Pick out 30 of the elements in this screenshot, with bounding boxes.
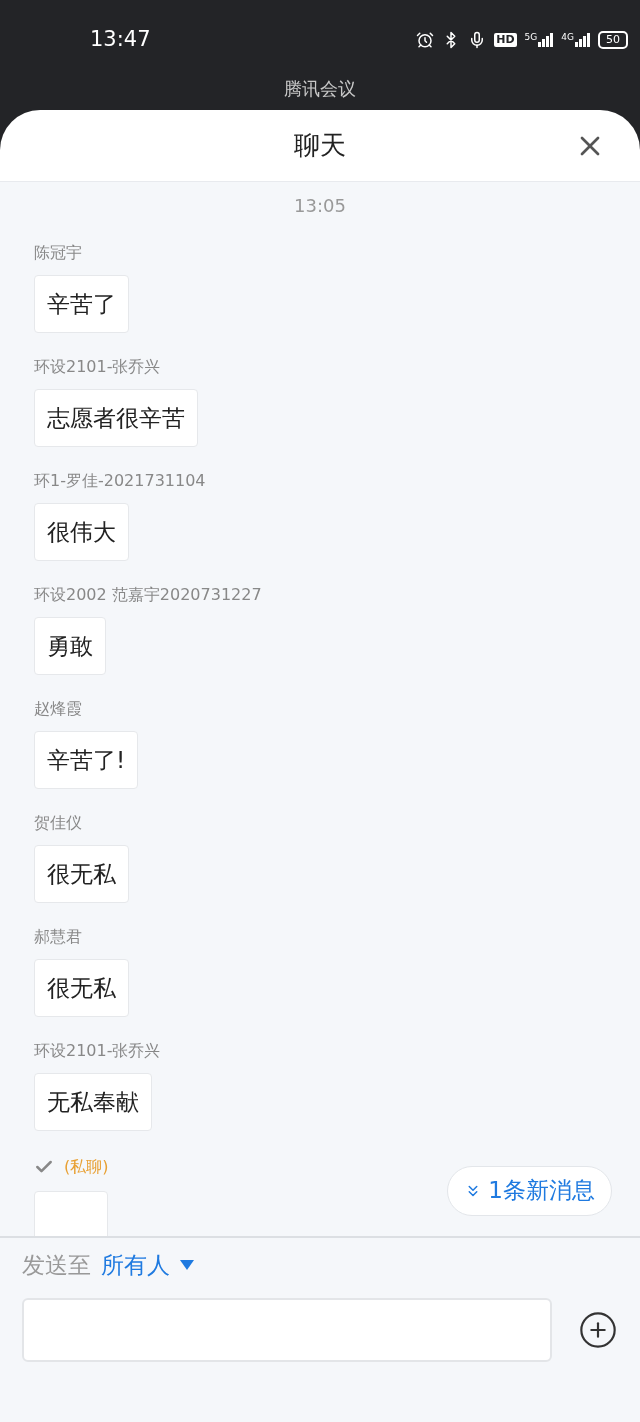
sender-name: 赵烽霞	[34, 699, 82, 719]
battery-indicator: 50	[598, 31, 628, 49]
message-bubble: 无私奉献	[34, 1073, 152, 1131]
status-time: 13:47	[90, 26, 151, 54]
sender-name: 陈冠宇	[34, 243, 82, 263]
message-bubble: 辛苦了	[34, 275, 129, 333]
message-bubble: 志愿者很辛苦	[34, 389, 198, 447]
message-bubble: 很无私	[34, 845, 129, 903]
new-messages-button[interactable]: 1条新消息	[447, 1165, 612, 1216]
message-bubble: 很无私	[34, 959, 129, 1017]
alarm-icon	[416, 31, 435, 49]
sender-name: 环设2002 范嘉宇2020731227	[34, 585, 262, 605]
dropdown-caret-icon	[180, 1259, 194, 1270]
timestamp: 13:05	[294, 194, 346, 218]
message-bubble: 很伟大	[34, 503, 129, 561]
send-to-label: 发送至	[22, 1250, 91, 1280]
hd-badge: HD	[494, 33, 517, 47]
sender-name: 环1-罗佳-2021731104	[34, 471, 206, 491]
add-icon[interactable]	[578, 1310, 618, 1350]
private-chat-tag: (私聊)	[64, 1155, 109, 1179]
message-bubble: 勇敢	[34, 617, 106, 675]
message-input[interactable]	[22, 1298, 552, 1362]
sheet-title: 聊天	[294, 129, 346, 162]
message-bubble: 辛苦了!	[34, 731, 139, 789]
recipient-dropdown[interactable]: 所有人	[101, 1247, 194, 1282]
app-title: 腾讯会议	[284, 80, 356, 98]
sender-name: 郝慧君	[34, 927, 82, 947]
sender-name: 环设2101-张乔兴	[34, 1041, 161, 1061]
sender-name: 环设2101-张乔兴	[34, 357, 161, 377]
sender-name: 贺佳仪	[34, 813, 82, 833]
